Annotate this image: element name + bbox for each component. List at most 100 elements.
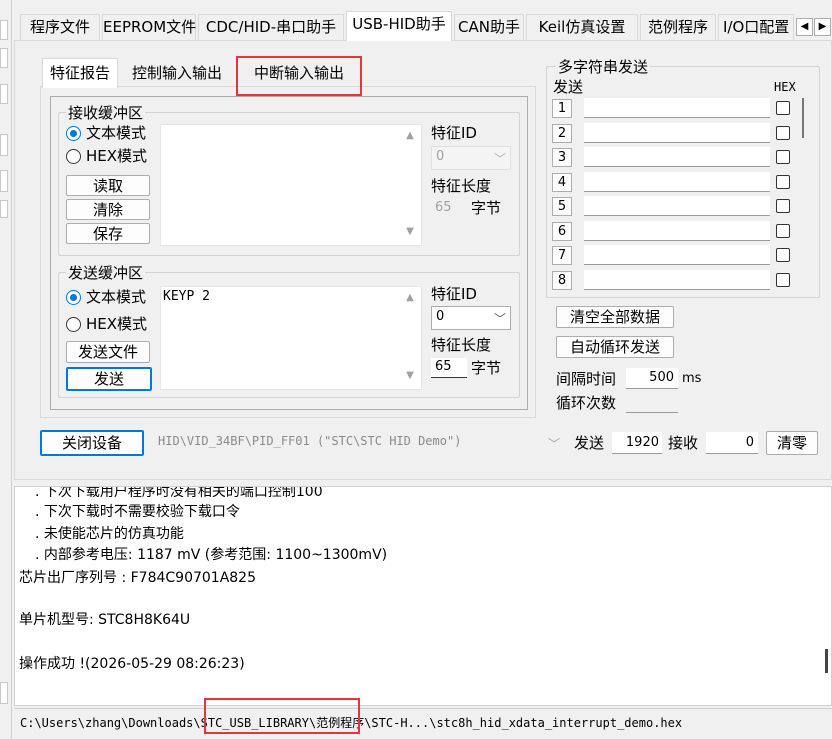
- subtab-interrupt-io[interactable]: 中断输入输出: [240, 62, 358, 86]
- tab-program-file[interactable]: 程序文件: [20, 14, 100, 40]
- tab-scroll-right-button[interactable]: ▶: [814, 18, 831, 36]
- log-line: 单片机型号: STC8H8K64U: [19, 612, 191, 628]
- interval-label: 间隔时间: [556, 370, 617, 388]
- log-scrollbar-thumb[interactable]: [825, 649, 828, 673]
- multi-send-row-input[interactable]: [584, 221, 770, 241]
- send-buffer-content: KEYP 2: [163, 289, 210, 304]
- loop-count-input[interactable]: [626, 392, 678, 413]
- receive-text-mode-radio[interactable]: [66, 126, 81, 141]
- send-hex-mode-label: HEX模式: [86, 315, 148, 333]
- save-button[interactable]: 保存: [66, 223, 150, 244]
- interval-value: 500: [649, 370, 674, 385]
- read-button[interactable]: 读取: [66, 175, 150, 196]
- multi-send-scrollbar[interactable]: [802, 98, 804, 138]
- multi-send-row-input[interactable]: [584, 245, 770, 265]
- clear-all-data-button[interactable]: 清空全部数据: [556, 306, 674, 328]
- send-feature-id-select[interactable]: 0 ﹀: [431, 306, 511, 330]
- multi-send-row-button[interactable]: 6: [552, 222, 572, 241]
- multi-send-row-button[interactable]: 3: [552, 148, 572, 167]
- status-bar: C:\Users\zhang\Downloads\STC_USB_LIBRARY…: [14, 708, 832, 739]
- receive-feature-id-select[interactable]: 0 ﹀: [431, 146, 511, 170]
- tab-keil-sim[interactable]: Keil仿真设置: [526, 14, 638, 40]
- device-select[interactable]: HID\VID_34BF\PID_FF01 ("STC\STC HID Demo…: [152, 431, 568, 455]
- left-pane-strip: [0, 0, 12, 739]
- multi-send-row-input[interactable]: [584, 270, 770, 290]
- reset-count-button[interactable]: 清零: [766, 431, 818, 455]
- tab-io-config[interactable]: I/O口配置: [718, 14, 794, 40]
- send-hex-mode-radio[interactable]: [66, 317, 81, 332]
- interval-input[interactable]: 500: [626, 368, 678, 389]
- multi-send-row-button[interactable]: 8: [552, 271, 572, 290]
- multi-send-row-hex-checkbox[interactable]: [776, 199, 790, 213]
- chevron-down-icon: ﹀: [548, 437, 561, 451]
- send-text-mode-radio[interactable]: [66, 290, 81, 305]
- tab-cdc-hid-serial[interactable]: CDC/HID-串口助手: [198, 14, 344, 40]
- send-feature-id-label: 特征ID: [431, 285, 477, 303]
- receive-hex-mode-radio[interactable]: [66, 149, 81, 164]
- clear-button[interactable]: 清除: [66, 199, 150, 220]
- recv-count-value: 0: [745, 435, 754, 450]
- receive-buffer-textarea[interactable]: [160, 124, 422, 246]
- left-pane-control[interactable]: [0, 48, 8, 68]
- chevron-down-icon: ﹀: [494, 152, 507, 166]
- tab-scroll-left-button[interactable]: ◀: [796, 18, 813, 36]
- auto-loop-send-button[interactable]: 自动循环发送: [556, 336, 674, 358]
- tab-eeprom-file[interactable]: EEPROM文件: [102, 14, 196, 40]
- multi-send-column-label: 发送: [553, 78, 584, 96]
- send-feature-length-input[interactable]: 65: [431, 358, 467, 378]
- send-text-mode-label: 文本模式: [86, 288, 147, 306]
- multi-send-row-button[interactable]: 4: [552, 173, 572, 192]
- subtab-feature-report[interactable]: 特征报告: [42, 58, 118, 88]
- tab-examples[interactable]: 范例程序: [640, 14, 716, 40]
- receive-scroll-up-icon[interactable]: ▲: [403, 130, 417, 141]
- close-device-button[interactable]: 关闭设备: [40, 430, 144, 456]
- multi-send-row-hex-checkbox[interactable]: [776, 273, 790, 287]
- multi-send-row-input[interactable]: [584, 172, 770, 192]
- multi-send-row-button[interactable]: 1: [552, 99, 572, 118]
- multi-send-row-hex-checkbox[interactable]: [776, 224, 790, 238]
- multi-send-row-hex-checkbox[interactable]: [776, 248, 790, 262]
- receive-feature-id-label: 特征ID: [431, 124, 477, 142]
- log-output[interactable]: . 下次下载用户程序时没有相关的端口控制100 . 下次下载时不需要校验下载口令.…: [14, 486, 832, 706]
- multi-send-row-button[interactable]: 7: [552, 246, 572, 265]
- multi-send-row-hex-checkbox[interactable]: [776, 126, 790, 140]
- send-scroll-down-icon[interactable]: ▼: [403, 370, 417, 381]
- multi-send-row-input[interactable]: [584, 123, 770, 143]
- send-file-button[interactable]: 发送文件: [66, 341, 150, 363]
- send-bytes-unit: 字节: [471, 359, 502, 377]
- receive-bytes-unit: 字节: [471, 199, 502, 217]
- multi-send-row-input[interactable]: [584, 147, 770, 167]
- send-buffer-textarea[interactable]: KEYP 2: [160, 286, 422, 390]
- left-pane-control[interactable]: [0, 682, 8, 704]
- send-scroll-up-icon[interactable]: ▲: [403, 292, 417, 303]
- left-pane-control[interactable]: [0, 170, 8, 192]
- receive-scroll-down-icon[interactable]: ▼: [403, 226, 417, 237]
- multi-send-row-button[interactable]: 5: [552, 197, 572, 216]
- tab-can[interactable]: CAN助手: [454, 14, 524, 40]
- recv-count-field: 0: [706, 432, 758, 454]
- multi-send-row-hex-checkbox[interactable]: [776, 150, 790, 164]
- left-pane-control[interactable]: [0, 134, 8, 156]
- send-feature-length-value: 65: [435, 359, 452, 374]
- multi-send-row-hex-checkbox[interactable]: [776, 175, 790, 189]
- receive-feature-length-value: 65: [435, 200, 452, 215]
- receive-feature-id-value: 0: [436, 149, 445, 164]
- multi-send-row-button[interactable]: 2: [552, 124, 572, 143]
- multi-hex-column-label: HEX: [774, 80, 796, 94]
- log-line: . 下次下载用户程序时没有相关的端口控制100: [35, 486, 323, 500]
- log-line: 芯片出厂序列号 : F784C90701A825: [19, 570, 257, 586]
- log-line: . 内部参考电压: 1187 mV (参考范围: 1100~1300mV): [35, 547, 388, 563]
- multi-string-send-label: 多字符串发送: [556, 58, 651, 76]
- tab-usb-hid[interactable]: USB-HID助手: [346, 11, 452, 41]
- subtab-control-io[interactable]: 控制输入输出: [120, 62, 234, 86]
- send-button[interactable]: 发送: [66, 367, 152, 391]
- left-pane-control[interactable]: [0, 200, 8, 218]
- left-pane-control[interactable]: [0, 84, 8, 104]
- left-pane-control[interactable]: [0, 20, 8, 40]
- receive-hex-mode-label: HEX模式: [86, 147, 148, 165]
- multi-send-row-input[interactable]: [584, 196, 770, 216]
- multi-send-row-hex-checkbox[interactable]: [776, 101, 790, 115]
- log-line: . 未使能芯片的仿真功能: [35, 526, 184, 542]
- multi-send-row-input[interactable]: [584, 98, 770, 118]
- recv-count-label: 接收: [668, 434, 699, 452]
